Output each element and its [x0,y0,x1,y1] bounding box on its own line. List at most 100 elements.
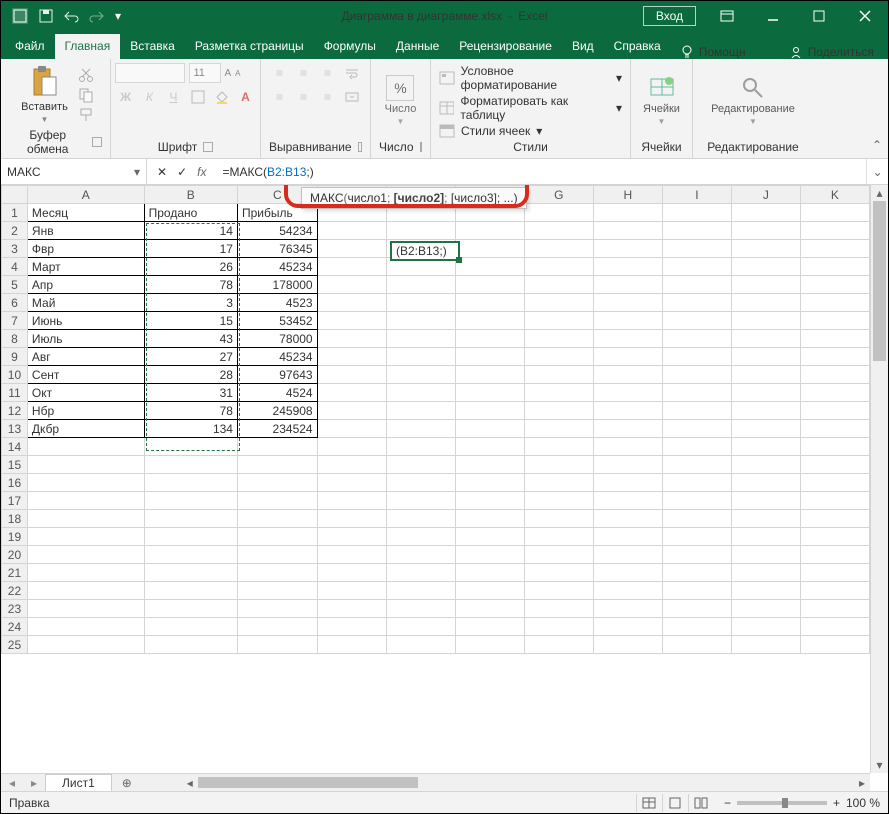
cell[interactable] [593,258,662,276]
tab-scroll-left-icon[interactable]: ◂ [1,776,23,790]
cell[interactable]: 78 [144,276,237,294]
cell[interactable] [731,384,800,402]
col-K[interactable]: K [800,186,869,204]
cell[interactable] [731,582,800,600]
cell[interactable] [524,204,593,222]
cell[interactable] [662,384,731,402]
cell[interactable] [800,222,869,240]
cell[interactable] [662,510,731,528]
row-header[interactable]: 24 [2,618,28,636]
cell[interactable] [662,492,731,510]
col-H[interactable]: H [593,186,662,204]
row-header[interactable]: 20 [2,546,28,564]
cell[interactable] [317,366,386,384]
col-B[interactable]: B [144,186,237,204]
cell[interactable] [593,474,662,492]
cell[interactable] [237,582,317,600]
cell[interactable] [731,402,800,420]
cell[interactable] [800,240,869,258]
cell[interactable] [800,474,869,492]
cell[interactable] [27,456,144,474]
cell[interactable] [455,366,524,384]
cell[interactable] [662,402,731,420]
add-sheet-icon[interactable]: ⊕ [112,776,142,790]
cell[interactable] [662,258,731,276]
align-top-icon[interactable]: ≡ [269,63,291,83]
cell[interactable] [731,420,800,438]
cell[interactable] [662,204,731,222]
row-header[interactable]: 22 [2,582,28,600]
row-header[interactable]: 13 [2,420,28,438]
cell[interactable] [593,492,662,510]
cell[interactable] [524,564,593,582]
dialog-launcher-icon[interactable] [203,142,213,152]
cell[interactable] [662,474,731,492]
cell[interactable] [317,546,386,564]
cell[interactable] [455,582,524,600]
cell[interactable] [317,420,386,438]
cell[interactable] [800,492,869,510]
cell[interactable] [386,294,455,312]
cell[interactable]: 97643 [237,366,317,384]
row-header[interactable]: 5 [2,276,28,294]
cell[interactable] [386,474,455,492]
cell[interactable] [731,492,800,510]
cell[interactable] [800,366,869,384]
cell[interactable] [386,618,455,636]
row-header[interactable]: 15 [2,456,28,474]
row-header[interactable]: 18 [2,510,28,528]
cell[interactable]: Май [27,294,144,312]
align-center-icon[interactable]: ≡ [293,87,315,107]
collapse-ribbon-icon[interactable]: ⌃ [872,138,882,152]
cell[interactable] [386,384,455,402]
cell[interactable]: Сент [27,366,144,384]
cell[interactable] [731,636,800,654]
enter-formula-icon[interactable]: ✓ [177,165,187,179]
tab-home[interactable]: Главная [55,34,121,59]
cell[interactable] [593,330,662,348]
cell[interactable] [800,600,869,618]
cell[interactable] [317,276,386,294]
cell[interactable]: Месяц [27,204,144,222]
row-header[interactable]: 6 [2,294,28,312]
cell[interactable] [593,456,662,474]
row-header[interactable]: 7 [2,312,28,330]
cell[interactable] [731,618,800,636]
cell[interactable] [524,402,593,420]
cell[interactable] [386,276,455,294]
cell[interactable] [524,546,593,564]
redo-icon[interactable] [89,9,105,23]
row-header[interactable]: 25 [2,636,28,654]
cell[interactable] [144,510,237,528]
cell[interactable]: 45234 [237,348,317,366]
row-header[interactable]: 1 [2,204,28,222]
cell[interactable] [800,618,869,636]
cell[interactable] [455,564,524,582]
cell[interactable] [27,528,144,546]
cell[interactable] [237,456,317,474]
minimize-button[interactable] [750,2,796,30]
cell[interactable] [317,312,386,330]
cell[interactable]: Фвр [27,240,144,258]
formula-input[interactable]: =МАКС(B2:B13;) [216,165,866,179]
cell[interactable]: Авг [27,348,144,366]
cell[interactable]: 14 [144,222,237,240]
scroll-thumb[interactable] [198,777,418,788]
cell[interactable] [662,348,731,366]
cell[interactable]: 234524 [237,420,317,438]
login-button[interactable]: Вход [643,6,696,26]
cell[interactable]: 4524 [237,384,317,402]
cell[interactable] [237,636,317,654]
vertical-scrollbar[interactable]: ▴ ▾ [870,185,888,773]
zoom-level[interactable]: 100 % [846,796,880,810]
cell[interactable] [731,600,800,618]
cell[interactable] [800,384,869,402]
normal-view-icon[interactable] [636,794,662,812]
cell[interactable] [386,564,455,582]
cell[interactable] [386,600,455,618]
cut-icon[interactable] [78,67,94,83]
close-button[interactable] [842,2,888,30]
col-I[interactable]: I [662,186,731,204]
cell[interactable] [455,294,524,312]
cell[interactable] [524,348,593,366]
